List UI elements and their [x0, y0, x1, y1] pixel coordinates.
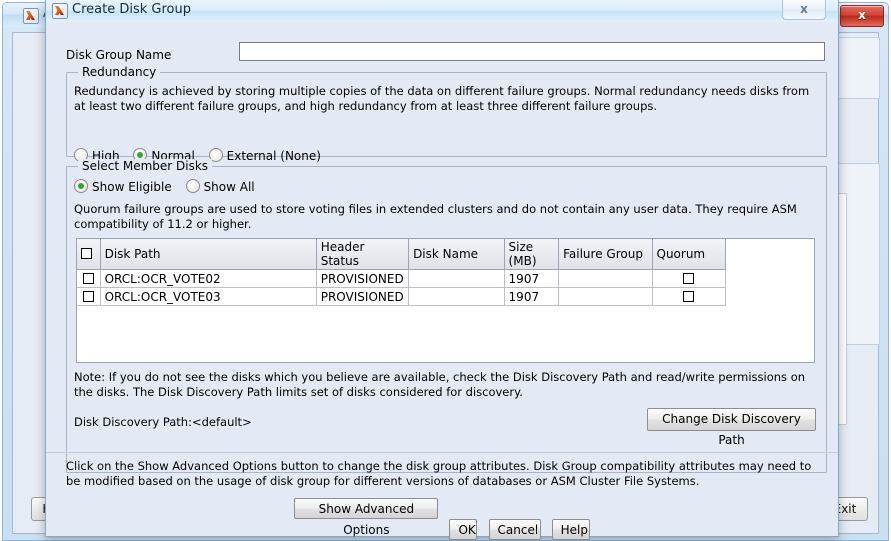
close-icon: x [800, 2, 808, 16]
cell-disk-path: ORCL:OCR_VOTE03 [100, 287, 317, 306]
disk-group-name-input[interactable] [239, 42, 825, 61]
dialog-title: Create Disk Group [72, 2, 191, 17]
checkbox-icon[interactable] [82, 290, 94, 302]
cell-disk-path: ORCL:OCR_VOTE02 [100, 269, 317, 288]
filter-option-label: Show Eligible [92, 180, 172, 194]
cell-size-mb: 1907 [504, 287, 560, 306]
cell-disk-name [408, 287, 505, 306]
column-header-disk-name[interactable]: Disk Name [408, 239, 505, 270]
column-header-disk-path[interactable]: Disk Path [100, 239, 317, 270]
redundancy-description: Redundancy is achieved by storing multip… [74, 84, 810, 113]
column-header-header-status[interactable]: Header Status [316, 239, 410, 270]
ok-button[interactable]: OK [449, 519, 478, 540]
oracle-app-icon [23, 8, 39, 24]
member-disks-legend: Select Member Disks [78, 159, 213, 173]
advanced-options-advice: Click on the Show Advanced Options butto… [66, 459, 812, 488]
row-select-cell[interactable] [77, 269, 101, 288]
table-header-row: Disk Path Header Status Disk Name Size (… [77, 239, 726, 270]
cell-size-mb: 1907 [504, 269, 560, 288]
dialog-button-row: Show Advanced Options OK Cancel Help [46, 498, 838, 540]
checkbox-icon[interactable] [683, 290, 695, 302]
checkbox-icon[interactable] [82, 272, 94, 284]
filter-option-show-all[interactable]: Show All [185, 179, 255, 194]
change-disk-discovery-path-button[interactable]: Change Disk Discovery Path [647, 408, 816, 447]
disk-discovery-note: Note: If you do not see the disks which … [74, 370, 806, 399]
cell-quorum[interactable] [652, 269, 726, 288]
disk-discovery-path-value: Disk Discovery Path:<default> [74, 415, 252, 429]
cell-header-status: PROVISIONED [316, 269, 410, 288]
column-header-quorum[interactable]: Quorum [652, 239, 726, 270]
disk-table-container[interactable]: Disk Path Header Status Disk Name Size (… [76, 238, 815, 363]
close-icon: x [858, 8, 866, 22]
checkbox-icon[interactable] [81, 248, 92, 259]
column-header-size-mb[interactable]: Size (MB) [504, 239, 560, 270]
cancel-button[interactable]: Cancel [488, 519, 541, 540]
redundancy-option-label: External (None) [226, 149, 321, 163]
filter-option-show-eligible[interactable]: Show Eligible [74, 179, 172, 194]
dialog-close-button[interactable]: x [782, 0, 826, 20]
cell-disk-name [408, 269, 505, 288]
disk-group-name-label: Disk Group Name [66, 48, 172, 62]
table-row[interactable]: ORCL:OCR_VOTE02 PROVISIONED 1907 [77, 269, 726, 288]
row-select-cell[interactable] [77, 287, 101, 306]
footer-separator [46, 452, 838, 453]
cell-failure-group [558, 269, 653, 288]
help-button[interactable]: Help [551, 519, 590, 540]
checkbox-icon[interactable] [683, 272, 695, 284]
radio-icon [185, 179, 200, 193]
cell-header-status: PROVISIONED [316, 287, 410, 306]
column-header-failure-group[interactable]: Failure Group [558, 239, 653, 270]
dialog-titlebar[interactable]: Create Disk Group x [46, 0, 838, 23]
background-window-close-button[interactable]: x [840, 5, 884, 27]
create-disk-group-dialog: Create Disk Group x Disk Group Name Redu… [45, 0, 839, 540]
disk-filter-radio-group: Show Eligible Show All [74, 179, 265, 194]
filter-option-label: Show All [203, 180, 255, 194]
radio-icon-selected [74, 179, 88, 193]
oracle-app-icon [52, 3, 68, 19]
redundancy-legend: Redundancy [78, 65, 161, 79]
dialog-body: Disk Group Name Redundancy Redundancy is… [46, 22, 838, 540]
cell-failure-group [558, 287, 653, 306]
cell-quorum[interactable] [652, 287, 726, 306]
disk-table: Disk Path Header Status Disk Name Size (… [77, 239, 726, 306]
quorum-note: Quorum failure groups are used to store … [74, 202, 797, 231]
select-all-header[interactable] [77, 239, 101, 270]
table-row[interactable]: ORCL:OCR_VOTE03 PROVISIONED 1907 [77, 287, 726, 306]
show-advanced-options-button[interactable]: Show Advanced Options [294, 498, 439, 537]
redundancy-option-external[interactable]: External (None) [208, 148, 321, 163]
